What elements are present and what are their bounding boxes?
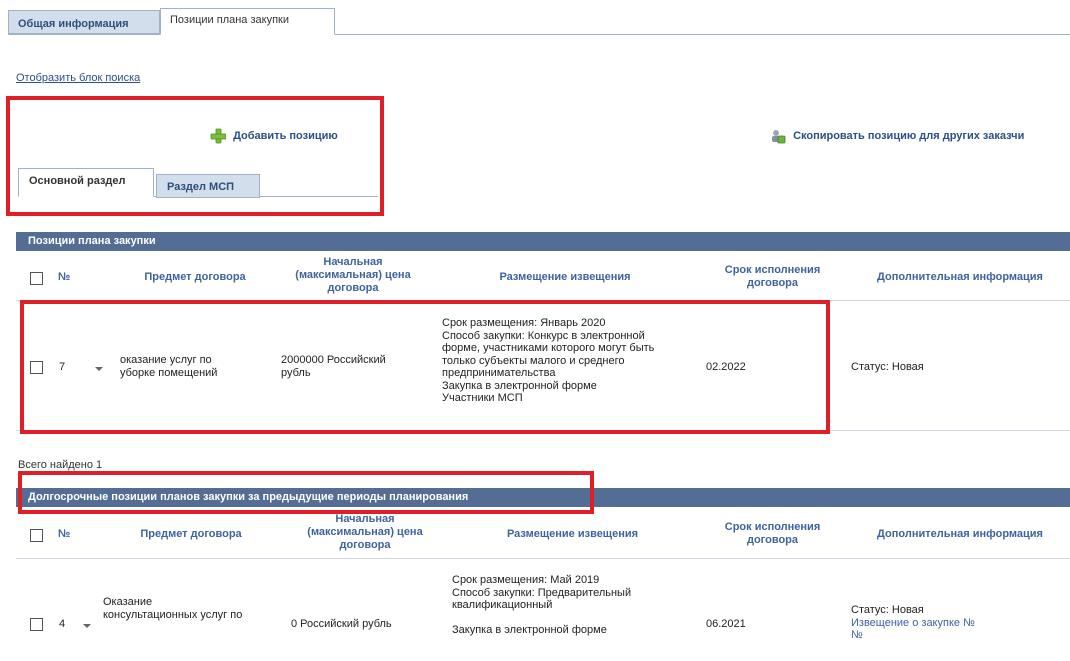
col-price-line: договора — [327, 282, 379, 294]
row-price-line: рубль — [281, 366, 311, 379]
tab-plan-positions[interactable]: Позиции плана закупки — [160, 8, 335, 35]
row-number: 7 — [59, 361, 66, 373]
tab-general-info[interactable]: Общая информация — [8, 10, 160, 34]
chevron-down-icon[interactable] — [83, 624, 91, 628]
row-placement-line: Участники МСП — [442, 392, 523, 404]
show-search-link[interactable]: Отобразить блок поиска — [16, 72, 140, 84]
section-header-long-term-positions: Долгосрочные позиции планов закупки за п… — [16, 488, 1070, 507]
highlight-box-actions — [6, 96, 384, 216]
row-term: 06.2021 — [706, 618, 746, 630]
notice-link[interactable]: Извещение о закупке № — [851, 617, 1051, 630]
row-subject-line: Оказание — [103, 596, 153, 608]
col-number[interactable]: № — [58, 528, 70, 541]
row-subject: оказание услуг по уборке помещений — [120, 354, 270, 379]
col-term[interactable]: Срок исполнения договора — [705, 264, 840, 290]
plus-icon — [210, 128, 226, 144]
row-placement-line: квалификационный — [452, 599, 553, 611]
total-found: Всего найдено 1 — [18, 459, 103, 471]
row-price: 2000000 Российский рубль — [281, 354, 421, 379]
add-position-button[interactable]: Добавить позицию — [210, 128, 338, 144]
row-checkbox[interactable] — [30, 361, 43, 374]
row-status: Статус: Новая — [851, 361, 924, 373]
col-price-line: Начальная — [323, 256, 383, 268]
select-all-checkbox[interactable] — [30, 529, 43, 542]
col-term-line: договора — [746, 534, 799, 546]
row-placement-line — [452, 612, 692, 625]
col-price-line: Начальная — [335, 513, 395, 525]
row-placement-line: Срок размещения: Январь 2020 — [442, 317, 606, 329]
row-subject: Оказание консультационных услуг по — [103, 596, 278, 621]
col-term-line: договора — [746, 277, 799, 289]
row-divider — [16, 430, 1070, 431]
row-extra: Статус: Новая Извещение о закупке № № — [851, 604, 1051, 642]
col-subject[interactable]: Предмет договора — [120, 271, 270, 284]
row-placement-line: только субъекты малого и среднего — [442, 354, 625, 367]
row-placement-line: Способ закупки: Конкурс в электронной — [442, 329, 645, 342]
row-placement-line: Срок размещения: Май 2019 — [452, 574, 600, 586]
col-term-line: Срок исполнения — [724, 264, 821, 276]
chevron-down-icon[interactable] — [95, 367, 103, 371]
select-all-checkbox[interactable] — [30, 272, 43, 285]
row-checkbox[interactable] — [30, 618, 43, 631]
row-term: 02.2022 — [706, 361, 746, 373]
col-price-line: договора — [339, 539, 391, 551]
row-subject-line: консультационных услуг по — [103, 608, 243, 621]
header-divider — [16, 558, 1070, 559]
notice-link-number[interactable]: № — [851, 629, 1051, 642]
row-placement-line: Закупка в электронной форме — [442, 379, 597, 392]
col-term[interactable]: Срок исполнения договора — [705, 521, 840, 547]
row-subject-line: уборке помещений — [120, 366, 218, 379]
col-price-line: (максимальная) цена — [307, 526, 423, 538]
section-header-plan-positions: Позиции плана закупки — [16, 232, 1070, 251]
row-status: Статус: Новая — [851, 604, 924, 616]
row-placement-line: Способ закупки: Предварительный — [452, 586, 632, 599]
col-placement[interactable]: Размещение извещения — [470, 271, 660, 284]
row-placement-line: Закупка в электронной форме — [452, 624, 607, 636]
col-extra-info[interactable]: Дополнительная информация — [850, 528, 1070, 541]
copy-position-label: Скопировать позицию для других заказчи — [793, 129, 1025, 142]
col-price[interactable]: Начальная (максимальная) цена договора — [295, 513, 435, 552]
copy-position-button[interactable]: Скопировать позицию для других заказчи — [770, 128, 1024, 144]
row-placement: Срок размещения: Май 2019 Способ закупки… — [452, 574, 692, 637]
col-subject[interactable]: Предмет договора — [116, 528, 266, 541]
col-extra-info[interactable]: Дополнительная информация — [850, 271, 1070, 284]
tab-main-section[interactable]: Основной раздел — [18, 168, 154, 197]
tab-msp-section[interactable]: Раздел МСП — [156, 174, 260, 198]
row-subject-line: оказание услуг по — [120, 354, 212, 366]
col-price[interactable]: Начальная (максимальная) цена договора — [283, 256, 423, 295]
col-placement[interactable]: Размещение извещения — [475, 528, 670, 541]
col-number[interactable]: № — [58, 271, 70, 284]
row-placement-line: форме, участниками которого могут быть — [442, 342, 655, 354]
row-price-line: 2000000 Российский — [281, 354, 386, 366]
col-term-line: Срок исполнения — [724, 521, 821, 533]
row-placement-line: предпринимательства — [442, 367, 556, 379]
header-divider — [16, 300, 1070, 301]
row-placement: Срок размещения: Январь 2020 Способ заку… — [442, 317, 702, 405]
copy-users-icon — [772, 130, 786, 144]
col-price-line: (максимальная) цена — [295, 269, 411, 281]
row-price: 0 Российский рубль — [291, 618, 392, 630]
add-position-label: Добавить позицию — [233, 129, 338, 142]
row-number: 4 — [59, 618, 66, 630]
